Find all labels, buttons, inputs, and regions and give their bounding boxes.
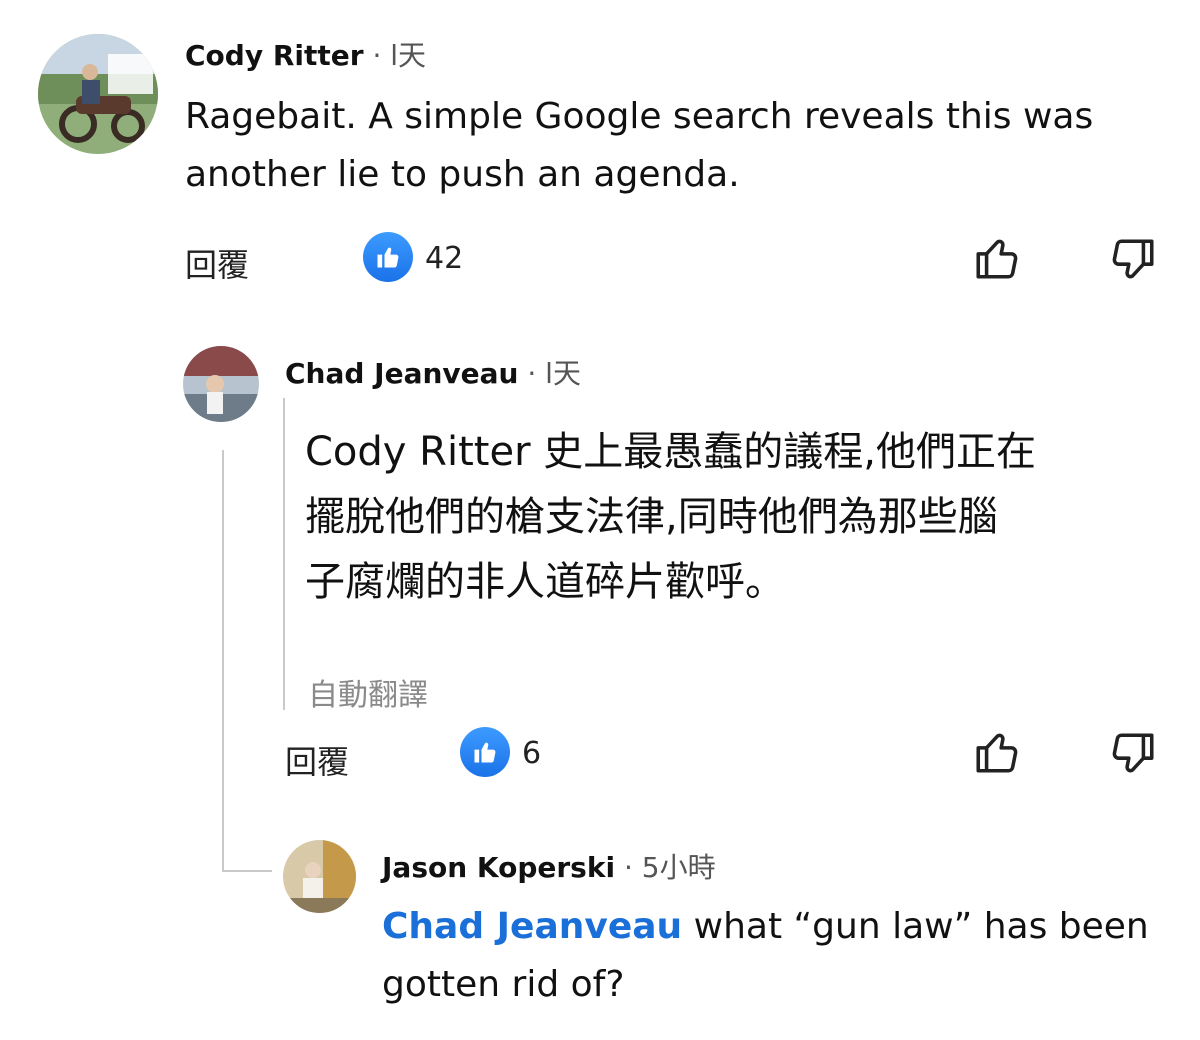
comment-text-line: Ragebait. A simple Google search reveals…	[185, 96, 1094, 137]
mention-link[interactable]: Cody Ritter	[305, 429, 531, 475]
thumbs-up-icon[interactable]	[972, 727, 1022, 777]
comment-text-fragment: 史上最愚蠢的議程,他們正在	[530, 429, 1036, 475]
thumbs-down-icon[interactable]	[1108, 235, 1158, 285]
comment-author-jason[interactable]: Jason Koperski · 5小時	[382, 846, 716, 886]
avatar[interactable]	[183, 346, 259, 422]
avatar[interactable]	[38, 34, 158, 154]
comment-text: Chad Jeanveau what “gun law” has been go…	[382, 898, 1172, 1014]
thread-line	[222, 450, 224, 870]
reply-button[interactable]: 回覆	[285, 737, 349, 783]
comment-text-line: 子腐爛的非人道碎片歡呼。	[305, 559, 785, 605]
like-count: 42	[425, 241, 464, 276]
like-badge-icon[interactable]	[460, 727, 510, 777]
comment-text-line: another lie to push an agenda.	[185, 154, 740, 195]
like-badge-icon[interactable]	[363, 232, 413, 282]
comment-text: Cody Ritter 史上最愚蠢的議程,他們正在 擺脫他們的槍支法律,同時他們…	[305, 420, 1165, 615]
comment-author-cody[interactable]: Cody Ritter · l天	[185, 34, 426, 74]
comment-text-line: gotten rid of?	[382, 964, 625, 1005]
like-count: 6	[522, 736, 542, 771]
comment-text: Ragebait. A simple Google search reveals…	[185, 88, 1175, 204]
comment-text-line: Chad Jeanveau what “gun law” has been	[382, 898, 1172, 956]
comment-text-fragment: what “gun law” has been	[682, 906, 1149, 947]
mention-link[interactable]: Chad Jeanveau	[382, 906, 682, 947]
auto-translate-label[interactable]: 自動翻譯	[308, 670, 428, 714]
avatar[interactable]	[283, 840, 356, 913]
reply-button[interactable]: 回覆	[185, 240, 249, 286]
thumbs-up-icon[interactable]	[972, 233, 1022, 283]
thread-connector	[222, 870, 272, 872]
comment-time: · l天	[518, 357, 581, 390]
avatar-photo	[283, 840, 356, 913]
comment-text-line: 擺脫他們的槍支法律,同時他們為那些腦	[305, 494, 998, 540]
comment-time: · 5小時	[615, 851, 716, 884]
thumbs-down-icon[interactable]	[1108, 729, 1158, 779]
quote-bar	[283, 398, 285, 710]
comment-time: · l天	[363, 39, 427, 72]
comment-text-line: Cody Ritter 史上最愚蠢的議程,他們正在	[305, 420, 1165, 485]
author-name[interactable]: Cody Ritter	[185, 39, 364, 72]
avatar-photo	[38, 34, 158, 154]
author-name[interactable]: Jason Koperski	[382, 851, 615, 884]
author-name[interactable]: Chad Jeanveau	[285, 357, 518, 390]
avatar-photo	[183, 346, 259, 422]
comment-author-chad[interactable]: Chad Jeanveau · l天	[285, 352, 581, 392]
